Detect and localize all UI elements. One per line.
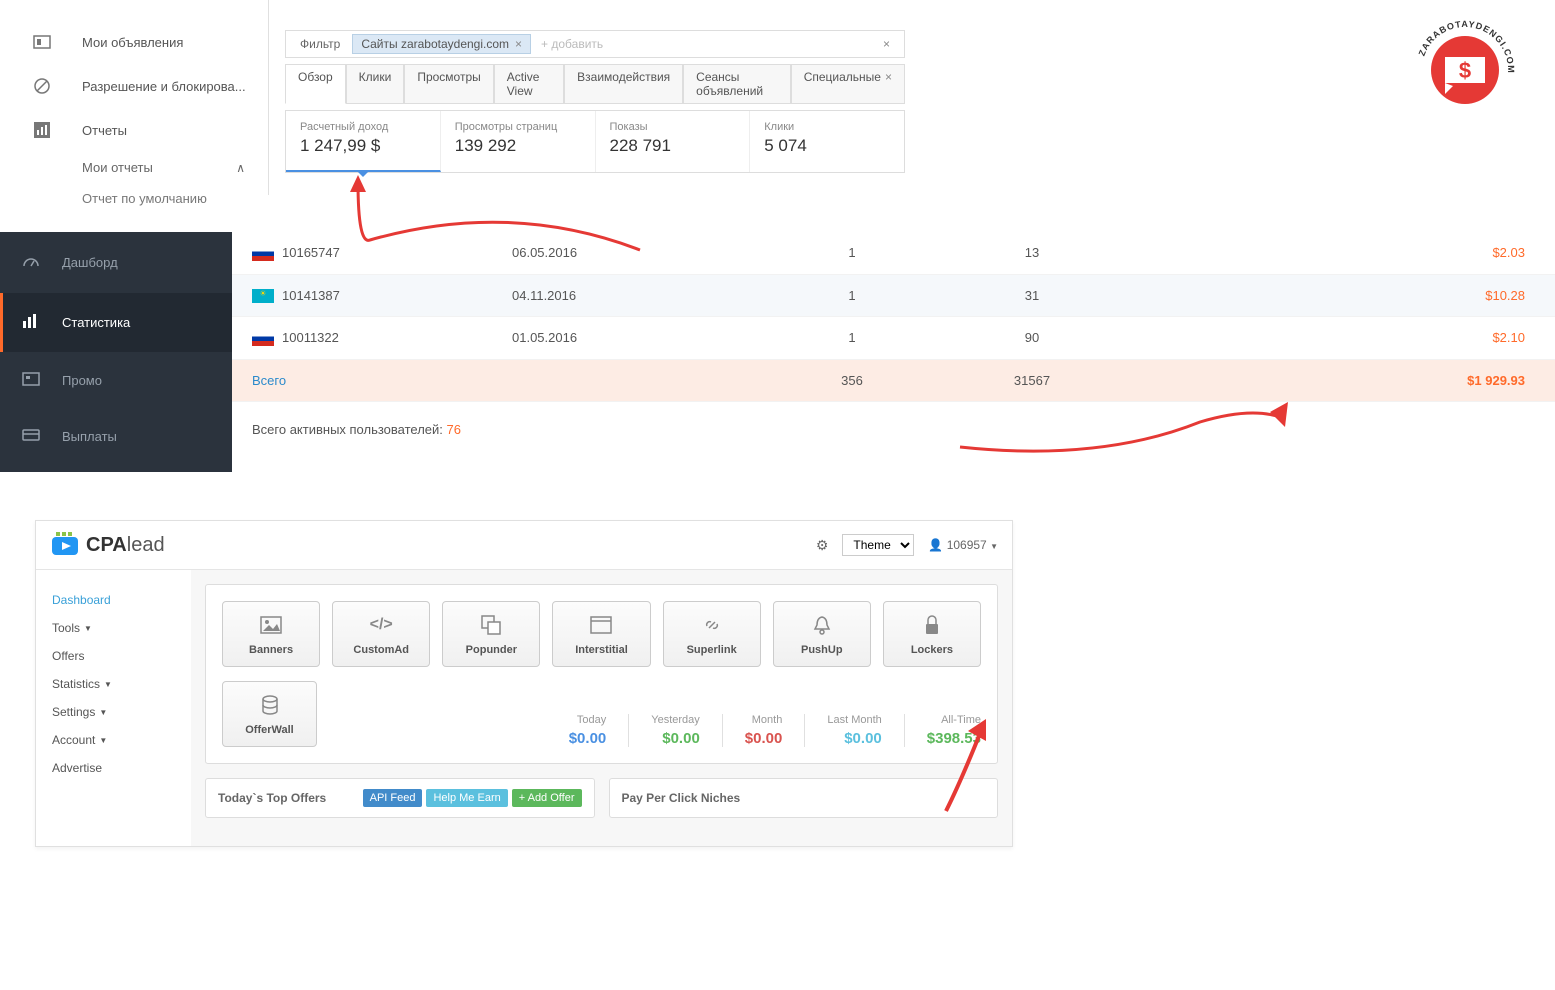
filter-chip-site[interactable]: Сайты zarabotaydengi.com × xyxy=(352,34,531,54)
sidebar-item-statistics[interactable]: Statistics▼ xyxy=(48,670,179,698)
chevron-up-icon: ∧ xyxy=(236,161,245,175)
tool-banners[interactable]: Banners xyxy=(222,601,320,667)
stats-table: 10165747 06.05.2016 1 13 $2.03 10141387 … xyxy=(232,232,1555,402)
window-icon xyxy=(557,612,645,638)
image-icon xyxy=(227,612,315,638)
tab-activeview[interactable]: Active View xyxy=(494,64,564,104)
metric-impressions[interactable]: Показы 228 791 xyxy=(596,111,751,172)
sidebar-item-settings[interactable]: Settings▼ xyxy=(48,698,179,726)
earnings-month: Month$0.00 xyxy=(745,714,783,747)
earnings-today: Today$0.00 xyxy=(569,714,607,747)
sidebar-item-reports[interactable]: Отчеты xyxy=(30,108,265,152)
tab-sessions[interactable]: Сеансы объявлений xyxy=(683,64,791,104)
svg-text:$: $ xyxy=(1459,58,1471,83)
watermark-logo: $ ZARABOTAYDENGI.COM xyxy=(1415,20,1515,120)
add-filter-button[interactable]: + добавить xyxy=(531,35,613,53)
sidebar-item-my-reports[interactable]: Мои отчеты ∧ xyxy=(30,152,265,183)
database-icon xyxy=(227,692,312,718)
gear-icon[interactable]: ⚙ xyxy=(816,537,829,554)
table-row[interactable]: 10141387 04.11.2016 1 31 $10.28 xyxy=(232,274,1555,317)
filter-bar: Фильтр Сайты zarabotaydengi.com × + доба… xyxy=(285,30,905,58)
tool-interstitial[interactable]: Interstitial xyxy=(552,601,650,667)
gauge-icon xyxy=(22,252,44,273)
close-icon[interactable]: × xyxy=(515,37,522,51)
tab-special[interactable]: Специальные× xyxy=(791,64,905,104)
panel-ppc-niches: Pay Per Click Niches xyxy=(609,778,999,818)
panel-top-offers: Today`s Top Offers API Feed Help Me Earn… xyxy=(205,778,595,818)
tool-lockers[interactable]: Lockers xyxy=(883,601,981,667)
tool-offerwall[interactable]: OfferWall xyxy=(222,681,317,747)
flag-ru-icon xyxy=(252,247,274,261)
tool-superlink[interactable]: Superlink xyxy=(663,601,761,667)
help-me-earn-button[interactable]: Help Me Earn xyxy=(426,789,507,807)
sidebar-item-default-report[interactable]: Отчет по умолчанию xyxy=(30,183,265,214)
tab-interactions[interactable]: Взаимодействия xyxy=(564,64,683,104)
metric-clicks[interactable]: Клики 5 074 xyxy=(750,111,904,172)
block-icon xyxy=(30,74,54,98)
table-row[interactable]: 10011322 01.05.2016 1 90 $2.10 xyxy=(232,317,1555,360)
metric-revenue[interactable]: Расчетный доход 1 247,99 $ xyxy=(286,111,441,172)
bell-icon xyxy=(778,612,866,638)
close-icon[interactable]: × xyxy=(885,70,892,84)
card-icon xyxy=(22,429,44,444)
tool-pushup[interactable]: PushUp xyxy=(773,601,871,667)
user-menu[interactable]: 👤 106957 ▼ xyxy=(928,538,998,552)
sidebar-item-dashboard[interactable]: Дашборд xyxy=(0,232,232,293)
sidebar-item-payouts[interactable]: Выплаты xyxy=(0,409,232,464)
close-icon[interactable]: × xyxy=(875,35,898,53)
chart-icon xyxy=(30,118,54,142)
tab-clicks[interactable]: Клики xyxy=(346,64,405,104)
metric-pageviews[interactable]: Просмотры страниц 139 292 xyxy=(441,111,596,172)
sidebar-item-tools[interactable]: Tools▼ xyxy=(48,614,179,642)
table-row[interactable]: 10165747 06.05.2016 1 13 $2.03 xyxy=(232,232,1555,274)
tool-customad[interactable]: </>CustomAd xyxy=(332,601,430,667)
windows-icon xyxy=(447,612,535,638)
sidebar-item-statistics[interactable]: Статистика xyxy=(0,293,232,352)
tool-popunder[interactable]: Popunder xyxy=(442,601,540,667)
flag-ru-icon xyxy=(252,332,274,346)
earnings-yesterday: Yesterday$0.00 xyxy=(651,714,700,747)
bars-icon xyxy=(22,313,44,332)
play-icon xyxy=(50,531,82,559)
total-row: Всего 356 31567 $1 929.93 xyxy=(232,359,1555,401)
link-icon xyxy=(668,612,756,638)
filter-label: Фильтр xyxy=(292,35,348,53)
cpalead-logo: CPAlead xyxy=(50,531,816,559)
flag-kz-icon xyxy=(252,289,274,303)
sidebar-item-offers[interactable]: Offers xyxy=(48,642,179,670)
sidebar-item-advertise[interactable]: Advertise xyxy=(48,754,179,782)
lock-icon xyxy=(888,612,976,638)
sidebar-item-account[interactable]: Account▼ xyxy=(48,726,179,754)
promo-icon xyxy=(22,372,44,389)
sidebar-item-dashboard[interactable]: Dashboard xyxy=(48,586,179,614)
sidebar-item-promo[interactable]: Промо xyxy=(0,352,232,409)
sidebar-item-blocking[interactable]: Разрешение и блокирова... xyxy=(30,64,265,108)
earnings-lastmonth: Last Month$0.00 xyxy=(827,714,881,747)
code-icon: </> xyxy=(337,612,425,638)
api-feed-button[interactable]: API Feed xyxy=(363,789,423,807)
active-users-label: Всего активных пользователей: 76 xyxy=(232,402,1555,457)
tab-views[interactable]: Просмотры xyxy=(404,64,493,104)
earnings-alltime: All-Time$398.53 xyxy=(927,714,981,747)
add-offer-button[interactable]: + Add Offer xyxy=(512,789,582,807)
sidebar-item-my-ads[interactable]: Мои объявления xyxy=(30,20,265,64)
ad-icon xyxy=(30,30,54,54)
tab-overview[interactable]: Обзор xyxy=(285,64,346,104)
theme-select[interactable]: Theme xyxy=(842,534,914,556)
